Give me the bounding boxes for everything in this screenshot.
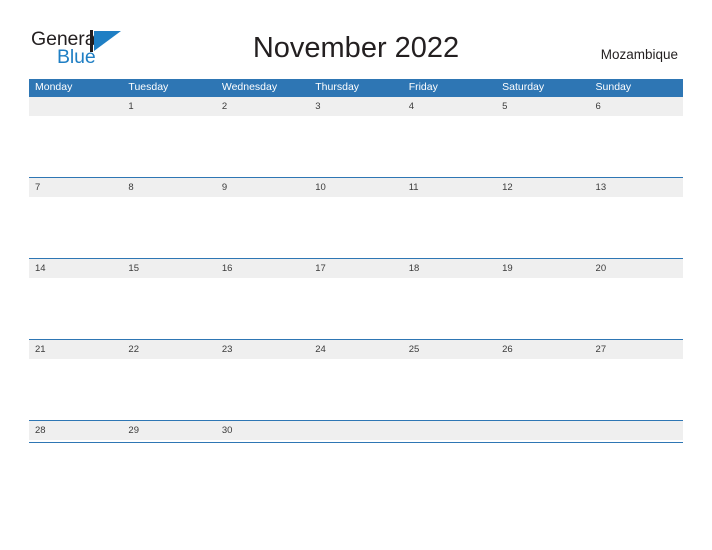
- day-cell[interactable]: 23: [216, 340, 309, 359]
- day-cell[interactable]: 14: [29, 259, 122, 278]
- day-cell[interactable]: 15: [122, 259, 215, 278]
- day-cell[interactable]: 4: [403, 97, 496, 116]
- day-cell[interactable]: [496, 421, 589, 440]
- week-date-band: 1 2 3 4 5 6: [29, 97, 683, 116]
- weekday-saturday: Saturday: [502, 81, 545, 93]
- day-cell[interactable]: 22: [122, 340, 215, 359]
- day-cell[interactable]: 16: [216, 259, 309, 278]
- day-cell[interactable]: [309, 421, 402, 440]
- day-cell[interactable]: 26: [496, 340, 589, 359]
- weekday-monday: Monday: [35, 81, 73, 93]
- day-cell[interactable]: 9: [216, 178, 309, 197]
- weekday-header-row: Monday Tuesday Wednesday Thursday Friday…: [29, 79, 683, 96]
- day-cell[interactable]: [29, 97, 122, 116]
- day-cell[interactable]: [403, 421, 496, 440]
- day-cell[interactable]: 24: [309, 340, 402, 359]
- week-date-band: 14 15 16 17 18 19 20: [29, 259, 683, 278]
- week-date-band: 28 29 30: [29, 421, 683, 440]
- day-cell[interactable]: 18: [403, 259, 496, 278]
- country-label: Mozambique: [600, 47, 678, 62]
- weekday-friday: Friday: [408, 81, 438, 93]
- day-cell[interactable]: 29: [122, 421, 215, 440]
- day-cell[interactable]: 8: [122, 178, 215, 197]
- day-cell[interactable]: 1: [122, 97, 215, 116]
- week-notes-area[interactable]: [29, 116, 683, 177]
- day-cell[interactable]: 7: [29, 178, 122, 197]
- calendar-page: General Blue November 2022 Mozambique Mo…: [0, 0, 712, 550]
- day-cell[interactable]: 10: [309, 178, 402, 197]
- day-cell[interactable]: 5: [496, 97, 589, 116]
- calendar-bottom-rule: [29, 442, 683, 443]
- week-notes-area[interactable]: [29, 359, 683, 420]
- day-cell[interactable]: 12: [496, 178, 589, 197]
- day-cell[interactable]: 20: [590, 259, 683, 278]
- day-cell[interactable]: 19: [496, 259, 589, 278]
- day-cell[interactable]: 17: [309, 259, 402, 278]
- weekday-tuesday: Tuesday: [128, 81, 169, 93]
- day-cell[interactable]: 25: [403, 340, 496, 359]
- day-cell[interactable]: 13: [590, 178, 683, 197]
- day-cell[interactable]: 27: [590, 340, 683, 359]
- day-cell[interactable]: 3: [309, 97, 402, 116]
- weekday-sunday: Sunday: [595, 81, 632, 93]
- day-cell[interactable]: [590, 421, 683, 440]
- day-cell[interactable]: 28: [29, 421, 122, 440]
- weekday-thursday: Thursday: [315, 81, 360, 93]
- day-cell[interactable]: 21: [29, 340, 122, 359]
- day-cell[interactable]: 6: [590, 97, 683, 116]
- week-date-band: 7 8 9 10 11 12 13: [29, 178, 683, 197]
- day-cell[interactable]: 2: [216, 97, 309, 116]
- week-notes-area[interactable]: [29, 278, 683, 339]
- page-header: General Blue November 2022 Mozambique: [0, 0, 712, 78]
- calendar-week-row: 7 8 9 10 11 12 13: [29, 177, 683, 258]
- week-date-band: 21 22 23 24 25 26 27: [29, 340, 683, 359]
- calendar-week-row: 1 2 3 4 5 6: [29, 96, 683, 177]
- calendar-grid: Monday Tuesday Wednesday Thursday Friday…: [29, 79, 683, 443]
- weekday-wednesday: Wednesday: [221, 81, 278, 93]
- calendar-week-row: 21 22 23 24 25 26 27: [29, 339, 683, 420]
- day-cell[interactable]: 30: [216, 421, 309, 440]
- calendar-week-row: 28 29 30: [29, 420, 683, 442]
- week-notes-area[interactable]: [29, 197, 683, 258]
- day-cell[interactable]: 11: [403, 178, 496, 197]
- calendar-week-row: 14 15 16 17 18 19 20: [29, 258, 683, 339]
